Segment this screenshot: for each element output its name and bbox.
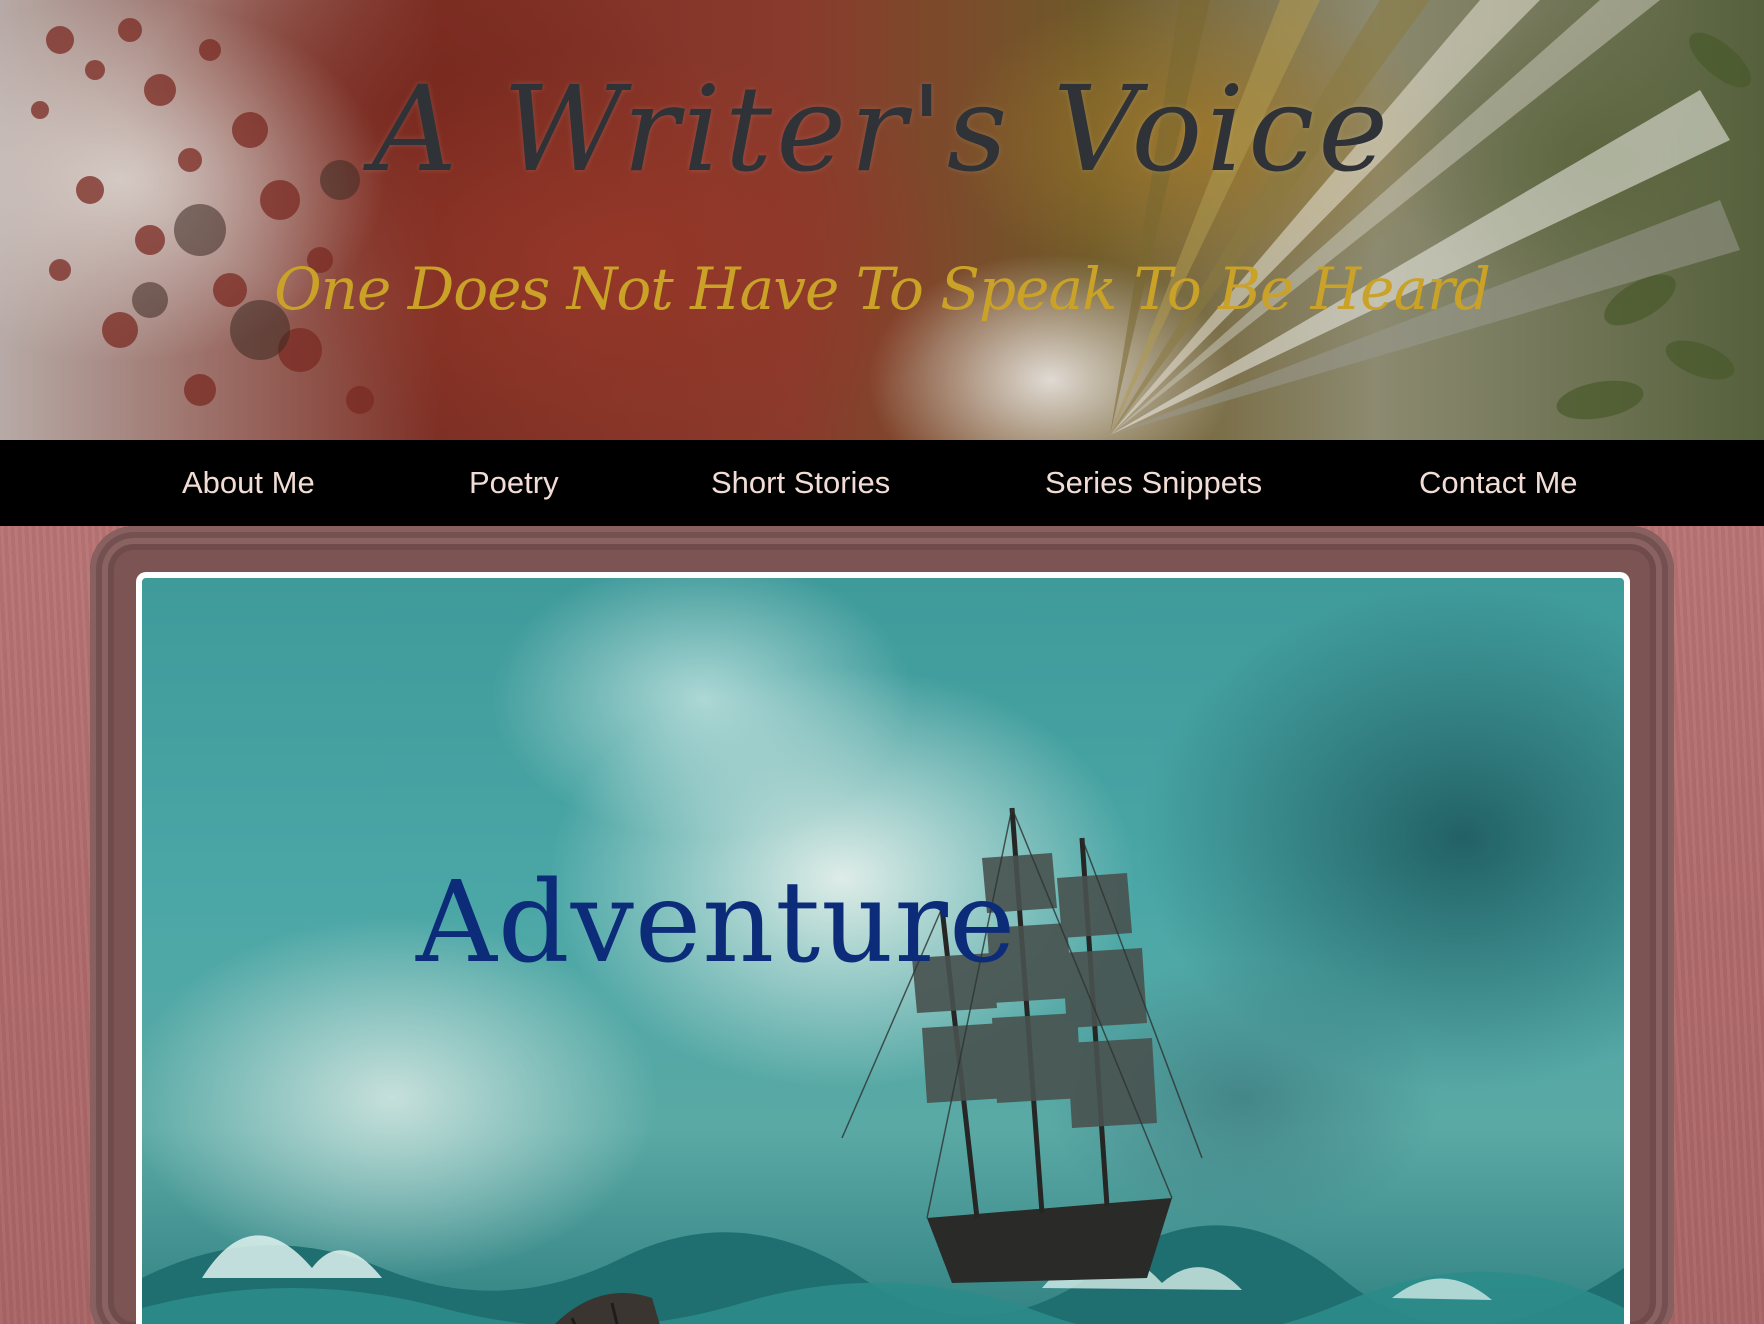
nav-item-about-me[interactable]: About Me [182,440,315,526]
hero-frame: Adventure [136,572,1630,1324]
header-banner: A Writer's Voice One Does Not Have To Sp… [0,0,1764,440]
hero-title: Adventure [416,858,1017,988]
nav-item-contact-me[interactable]: Contact Me [1419,440,1578,526]
site-title: A Writer's Voice [371,60,1393,198]
page: A Writer's Voice One Does Not Have To Sp… [0,0,1764,1324]
nav-item-short-stories[interactable]: Short Stories [711,440,890,526]
site-tagline: One Does Not Have To Speak To Be Heard [274,255,1491,323]
nav-item-poetry[interactable]: Poetry [469,440,559,526]
nav-item-series-snippets[interactable]: Series Snippets [1045,440,1262,526]
hero-image: Adventure [142,578,1624,1324]
main-nav: About Me Poetry Short Stories Series Sni… [0,440,1764,526]
main-content: Adventure [0,526,1764,1324]
